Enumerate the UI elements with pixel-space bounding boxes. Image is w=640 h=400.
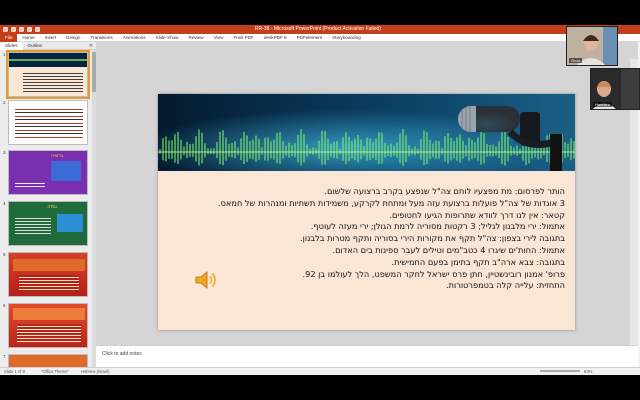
thumbnail-title: גולדה — [47, 204, 57, 209]
slide-line: הותר לפרסום: מת מפצעיו לוחם צה"ל שנפצע ב… — [324, 186, 565, 196]
status-bar: Slide 1 of 8 "Office Theme" Hebrew (Isra… — [0, 367, 640, 375]
slide-line: בתגובה: צבא ארה"ב תקף בתימן בפעם החמישית… — [391, 256, 565, 267]
slide-line: 3 אוגדות של צה"ל פועלות ברצועת עזה מעל ו… — [218, 197, 565, 208]
slide-thumbnail[interactable] — [6, 50, 90, 99]
tab-transitions[interactable]: Transitions — [85, 34, 117, 42]
slide-thumbnail[interactable]: ברזאיה — [8, 150, 88, 195]
sound-wave-microphone-image — [158, 94, 575, 171]
powerpoint-window: RR-38 - Microsoft PowerPoint (Product Ac… — [0, 25, 640, 375]
slide-number: 5 — [3, 252, 6, 257]
slide-line: פרופ' אמנון רובינשטיין, חתן פרס ישראל לח… — [302, 268, 565, 279]
slide-thumbnail[interactable] — [8, 100, 88, 145]
participant-name: Hanna z — [593, 102, 612, 107]
close-icon[interactable]: ✕ — [89, 43, 93, 49]
slide-thumbnail[interactable] — [8, 252, 88, 297]
window-title: RR-38 - Microsoft PowerPoint (Product Ac… — [255, 26, 381, 32]
tab-slides[interactable]: Slides — [0, 41, 23, 50]
thumbnail-row[interactable]: 7 — [0, 354, 96, 367]
tab-review[interactable]: Review — [184, 34, 209, 42]
tab-file[interactable]: File — [0, 33, 18, 42]
banner-image — [158, 94, 575, 171]
slide-number: 2 — [3, 100, 6, 105]
slide-number: 4 — [3, 201, 6, 206]
thumbnail-row[interactable]: 4 גולדה — [0, 201, 96, 249]
slide-canvas[interactable]: הותר לפרסום: מת מפצעיו לוחם צה"ל שנפצע ב… — [158, 94, 575, 330]
thumbnail-row[interactable]: 5 — [0, 252, 96, 300]
thumbnail-row[interactable]: 1 — [0, 50, 96, 100]
tab-slide-show[interactable]: Slide Show — [151, 34, 184, 42]
slide-line: התחזית: עלייה קלה בטמפרטורות. — [445, 280, 565, 291]
slide-number: 6 — [3, 303, 6, 308]
thumbnail-title: ברזאיה — [51, 153, 63, 158]
video-tile-participant-1[interactable]: Orna — [566, 26, 618, 66]
theme-name: "Office Theme" — [40, 369, 69, 374]
zoom-level[interactable]: 63% — [584, 369, 592, 374]
slide-number: 1 — [3, 52, 6, 57]
tab-animations[interactable]: Animations — [118, 34, 151, 42]
slide-pane-header: Slides Outline ✕ — [0, 41, 96, 50]
participant-name: Orna — [569, 58, 582, 63]
slide-line: קטאר: אין לנו דרך לוודא שתרופות הגיעו לח… — [389, 209, 565, 220]
slide-line: אתמול: החות'ים שיגרו 4 כטב"מים וטילים לע… — [332, 244, 565, 255]
tab-storyboarding[interactable]: Storyboarding — [327, 34, 366, 42]
tab-pdfelement[interactable]: PDFelement — [292, 34, 328, 42]
slide-thumbnail[interactable]: גולדה — [8, 201, 88, 246]
slide-line: אתמול: ירי מלבנון לגליל; 3 רקטות מסוריה … — [310, 221, 565, 232]
thumbnail-row[interactable]: 2 — [0, 100, 96, 148]
slide-number: 3 — [3, 150, 6, 155]
language[interactable]: Hebrew (Israel) — [81, 369, 110, 374]
thumbnail-row[interactable]: 6 — [0, 303, 96, 351]
tab-foxit-pdf[interactable]: Foxit PDF — [228, 34, 258, 42]
zoom-slider[interactable] — [540, 370, 580, 372]
slide-thumbnail-pane: 1 2 3 ברזאיה 4 גולדה 5 6 7 — [0, 50, 96, 367]
slide-thumbnail[interactable] — [8, 354, 88, 367]
notes-placeholder: Click to add notes — [102, 351, 142, 357]
tab-view[interactable]: View — [209, 34, 229, 42]
tab-deskpdf[interactable]: deskPDF 8 — [259, 34, 292, 42]
thumbnail-row[interactable]: 3 ברזאיה — [0, 150, 96, 198]
audio-speaker-icon[interactable] — [193, 268, 217, 292]
tab-outline[interactable]: Outline — [23, 42, 48, 50]
video-tile-participant-2[interactable]: Hanna z — [590, 68, 640, 110]
quick-access-toolbar[interactable] — [3, 27, 40, 32]
tab-insert[interactable]: Insert — [40, 34, 62, 42]
tab-design[interactable]: Design — [61, 34, 85, 42]
slide-thumbnail[interactable] — [8, 303, 88, 348]
slide-editing-area: הותר לפרסום: מת מפצעיו לוחם צה"ל שנפצע ב… — [96, 42, 638, 362]
notes-pane[interactable]: Click to add notes — [96, 345, 638, 367]
slide-counter: Slide 1 of 8 — [4, 369, 25, 374]
tab-home[interactable]: Home — [17, 34, 39, 42]
slide-number: 7 — [3, 354, 6, 359]
slide-line: בתגובה לירי בצפון: צה"ל תקף את מקורות הי… — [300, 233, 565, 244]
slide-text-box[interactable]: הותר לפרסום: מת מפצעיו לוחם צה"ל שנפצע ב… — [165, 186, 565, 292]
ribbon-tabs: File Home Insert Design Transitions Anim… — [0, 33, 640, 42]
